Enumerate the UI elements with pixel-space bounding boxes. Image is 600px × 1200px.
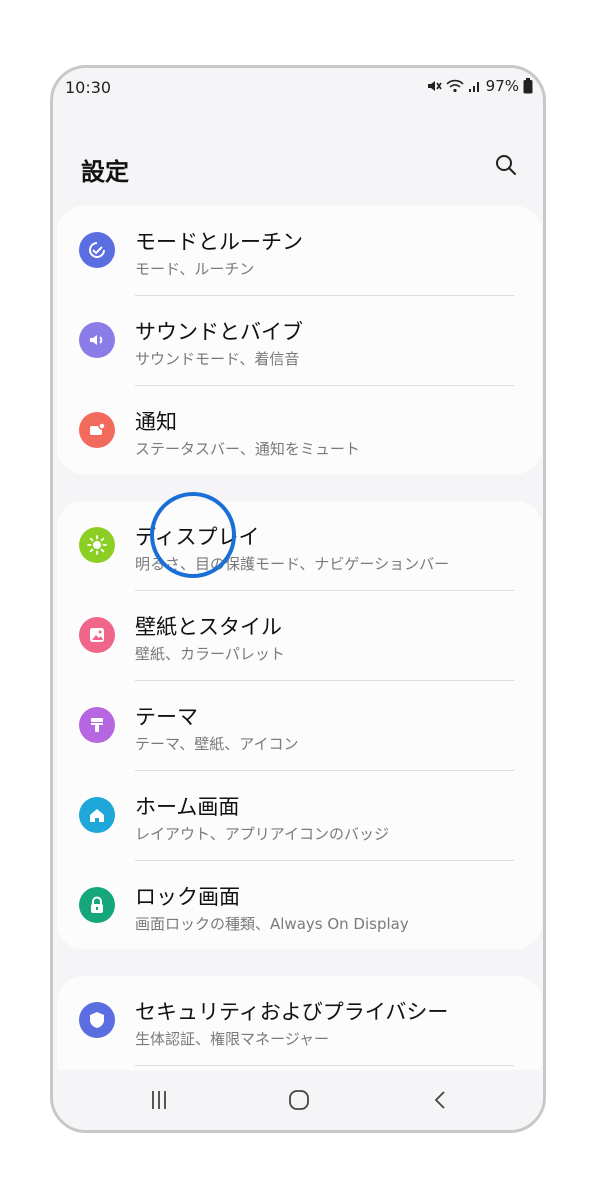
search-button[interactable] [491,150,521,180]
back-icon [434,1091,445,1109]
mute-icon [426,78,442,94]
settings-item-title: セキュリティおよびプライバシー [135,1000,449,1024]
wifi-icon [446,79,464,93]
back-button[interactable] [421,1084,461,1116]
settings-item-subtitle: サウンドモード、着信音 [135,350,300,368]
settings-group-2: ディスプレイ 明るさ、目の保護モード、ナビゲーションバー 壁紙とスタイル 壁紙、… [57,501,542,949]
settings-item-notifications[interactable]: 通知 ステータスバー、通知をミュート [57,386,542,474]
speaker-icon [79,322,115,358]
settings-item-subtitle: テーマ、壁紙、アイコン [135,735,299,753]
home-icon [79,797,115,833]
settings-item-subtitle: 明るさ、目の保護モード、ナビゲーションバー [135,555,450,573]
settings-item-wallpaper-style[interactable]: 壁紙とスタイル 壁紙、カラーパレット [57,591,542,681]
sun-icon [79,527,115,563]
settings-item-lock-screen[interactable]: ロック画面 画面ロックの種類、Always On Display [57,861,542,949]
recent-apps-icon [152,1091,166,1109]
settings-item-title: 通知 [135,410,177,434]
settings-item-title: モードとルーチン [135,230,303,254]
notification-icon [79,412,115,448]
settings-item-subtitle: レイアウト、アプリアイコンのバッジ [135,825,389,843]
wallpaper-icon [79,617,115,653]
paint-brush-icon [79,707,115,743]
settings-item-title: サウンドとバイブ [135,320,303,344]
status-bar: 10:30 97% [53,68,543,112]
battery-percent: 97% [485,77,519,95]
shield-icon [79,1002,115,1038]
settings-item-subtitle: ステータスバー、通知をミュート [135,440,360,458]
settings-item-title: ホーム画面 [135,795,240,819]
settings-item-subtitle: 画面ロックの種類、Always On Display [135,915,409,933]
settings-item-title: ディスプレイ [135,525,260,549]
search-icon [496,155,516,175]
settings-item-sound[interactable]: サウンドとバイブ サウンドモード、着信音 [57,296,542,386]
settings-item-security-privacy[interactable]: セキュリティおよびプライバシー 生体認証、権限マネージャー [57,976,542,1066]
settings-item-subtitle: モード、ルーチン [135,260,255,278]
signal-icon [468,79,482,93]
home-circle-icon [289,1090,309,1110]
settings-item-title: 壁紙とスタイル [135,615,282,639]
recent-apps-button[interactable] [139,1084,179,1116]
settings-item-home-screen[interactable]: ホーム画面 レイアウト、アプリアイコンのバッジ [57,771,542,861]
navigation-bar [53,1070,543,1130]
settings-item-modes-routines[interactable]: モードとルーチン モード、ルーチン [57,206,542,296]
home-button[interactable] [279,1084,319,1116]
divider [135,1065,514,1066]
settings-item-title: テーマ [135,705,198,729]
battery-icon [523,78,533,94]
settings-group-1: モードとルーチン モード、ルーチン サウンドとバイブ サウンドモード、着信音 通… [57,206,542,474]
settings-item-subtitle: 生体認証、権限マネージャー [135,1030,329,1048]
settings-item-theme[interactable]: テーマ テーマ、壁紙、アイコン [57,681,542,771]
page-title: 設定 [81,158,129,186]
modes-routines-icon [79,232,115,268]
settings-item-title: ロック画面 [135,885,240,909]
settings-item-subtitle: 壁紙、カラーパレット [135,645,285,663]
status-icons: 97% [426,77,533,95]
phone-screen: 10:30 97% 設定 モードとルーチン モード、ルーチン サウンドとバイブ … [50,65,546,1133]
lock-icon [79,887,115,923]
status-time: 10:30 [65,78,112,97]
settings-item-display[interactable]: ディスプレイ 明るさ、目の保護モード、ナビゲーションバー [57,501,542,591]
